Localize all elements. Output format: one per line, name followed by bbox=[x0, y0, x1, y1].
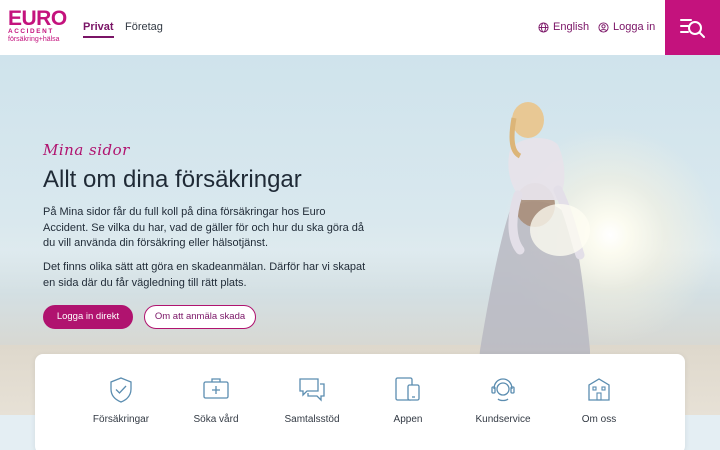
quick-link-om-oss[interactable]: Om oss bbox=[544, 354, 654, 450]
headset-icon bbox=[491, 378, 515, 402]
shield-check-icon bbox=[110, 377, 132, 403]
menu-search-icon bbox=[679, 18, 705, 38]
quick-link-kundservice[interactable]: Kundservice bbox=[448, 354, 558, 450]
quick-link-label: Om oss bbox=[581, 414, 617, 425]
quick-link-label: Söka vård bbox=[193, 414, 239, 425]
hero-kicker: Mina sidor bbox=[43, 141, 130, 159]
hero-paragraph-claims: Det finns olika sätt att göra en skadean… bbox=[43, 261, 366, 289]
nav-item-privat[interactable]: Privat bbox=[83, 21, 114, 38]
login-label: Logga in bbox=[613, 21, 656, 33]
devices-icon bbox=[395, 377, 420, 401]
login-link[interactable]: Logga in bbox=[598, 21, 655, 34]
globe-icon bbox=[538, 22, 549, 33]
hero-title: Allt om dina försäkringar bbox=[43, 166, 302, 193]
nav-item-label: Företag bbox=[125, 21, 163, 33]
report-claim-button[interactable]: Om att anmäla skada bbox=[144, 305, 256, 329]
quick-link-label: Försäkringar bbox=[92, 414, 150, 425]
nav-item-foretag[interactable]: Företag bbox=[125, 21, 163, 34]
chat-bubbles-icon bbox=[299, 378, 325, 402]
nav-item-label: Privat bbox=[83, 21, 114, 33]
menu-search-button[interactable] bbox=[665, 0, 720, 55]
quick-link-soka-vard[interactable]: Söka vård bbox=[161, 354, 271, 450]
site-header: EURO ACCIDENT försäkring+hälsa Privat Fö… bbox=[0, 0, 720, 55]
quick-link-samtalsstod[interactable]: Samtalsstöd bbox=[257, 354, 367, 450]
building-icon bbox=[588, 378, 610, 401]
medical-kit-icon bbox=[203, 378, 229, 399]
active-underline bbox=[83, 36, 114, 38]
euro-accident-logo[interactable]: EURO ACCIDENT försäkring+hälsa bbox=[8, 8, 70, 46]
logo-tagline: försäkring+hälsa bbox=[8, 36, 60, 43]
quick-link-label: Appen bbox=[393, 414, 423, 425]
quick-link-appen[interactable]: Appen bbox=[353, 354, 463, 450]
language-label: English bbox=[553, 21, 590, 33]
quick-link-label: Kundservice bbox=[475, 414, 531, 425]
logo-wordmark: EURO bbox=[8, 7, 67, 30]
hero-paragraph-intro: På Mina sidor får du full koll på dina f… bbox=[43, 206, 365, 249]
login-direct-button[interactable]: Logga in direkt bbox=[43, 305, 133, 329]
quick-links-card: Försäkringar Söka vård Samtalsstöd Appen bbox=[35, 354, 685, 450]
language-link[interactable]: English bbox=[538, 21, 589, 34]
quick-link-label: Samtalsstöd bbox=[284, 414, 340, 425]
user-icon bbox=[598, 22, 609, 33]
quick-link-forsakringar[interactable]: Försäkringar bbox=[66, 354, 176, 450]
